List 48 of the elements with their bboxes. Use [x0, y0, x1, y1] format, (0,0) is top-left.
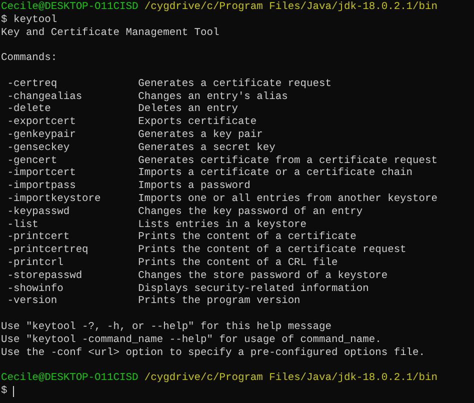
- command-name: -gencert: [6, 154, 58, 168]
- command-name: -list: [6, 218, 38, 232]
- output-line: Commands:: [1, 52, 58, 65]
- command-description: Imports a password: [138, 180, 252, 193]
- command-name: -certreq: [6, 78, 58, 91]
- command-name: -importpass: [6, 180, 76, 193]
- command-name: -showinfo: [6, 282, 64, 296]
- prompt-path: /cygdrive/c/Program Files/Java/jdk-18.0.2.1/bin: [144, 372, 438, 385]
- prompt-symbol: $: [1, 384, 8, 398]
- output-line: Use the -conf <url> option to specify a pre-configured options file.: [1, 346, 426, 360]
- command-name: -importkeystore: [6, 192, 101, 206]
- command-description: Deletes an entry: [138, 103, 239, 116]
- command-description: Prints the content of a CRL file: [138, 256, 339, 270]
- command-description: Generates a certificate request: [138, 78, 332, 91]
- command-name: -printcertreq: [6, 244, 88, 257]
- prompt-user-host: Cecile@DESKTOP-O11CISD: [1, 1, 138, 14]
- command-name: -exportcert: [6, 116, 76, 129]
- command-description: Displays security-related information: [138, 282, 370, 296]
- output-line: Use "keytool -?, -h, or --help" for this help message: [1, 320, 332, 334]
- command-description: Changes an entry's alias: [138, 90, 289, 104]
- command-name: -storepasswd: [6, 270, 82, 283]
- command-description: Generates a key pair: [138, 128, 264, 142]
- command-description: Generates certificate from a certificate request: [138, 154, 438, 168]
- command-name: -version: [6, 295, 58, 308]
- command-description: Imports one or all entries from another keystore: [138, 192, 438, 206]
- command-name: -changealias: [6, 90, 82, 104]
- command-name: -printcrl: [6, 256, 64, 270]
- command-description: Imports a certificate or a certificate chain: [138, 167, 414, 180]
- command-name: -genseckey: [6, 142, 70, 155]
- text-cursor[interactable]: [13, 386, 14, 397]
- output-line: Key and Certificate Management Tool: [1, 26, 220, 40]
- command-description: Changes the key password of an entry: [138, 206, 364, 219]
- command-name: -importcert: [6, 167, 76, 180]
- command-description: Exports certificate: [138, 116, 258, 129]
- command-name: -genkeypair: [6, 128, 76, 142]
- command-description: Prints the program version: [138, 295, 302, 308]
- prompt-user-host: Cecile@DESKTOP-O11CISD: [1, 372, 138, 385]
- command-name: -printcert: [6, 231, 70, 244]
- command-description: Generates a secret key: [138, 142, 276, 155]
- command-description: Prints the content of a certificate: [138, 231, 358, 244]
- command-name: -keypasswd: [6, 206, 70, 219]
- output-line: $ keytool: [1, 14, 58, 27]
- output-line: Use "keytool -command_name --help" for usage of command_name.: [1, 334, 382, 347]
- command-name: -delete: [6, 103, 51, 116]
- command-description: Lists entries in a keystore: [138, 218, 308, 232]
- command-description: Changes the store password of a keystore: [138, 270, 389, 283]
- prompt-path: /cygdrive/c/Program Files/Java/jdk-18.0.2.1/bin: [144, 1, 438, 14]
- command-description: Prints the content of a certificate request: [138, 244, 408, 257]
